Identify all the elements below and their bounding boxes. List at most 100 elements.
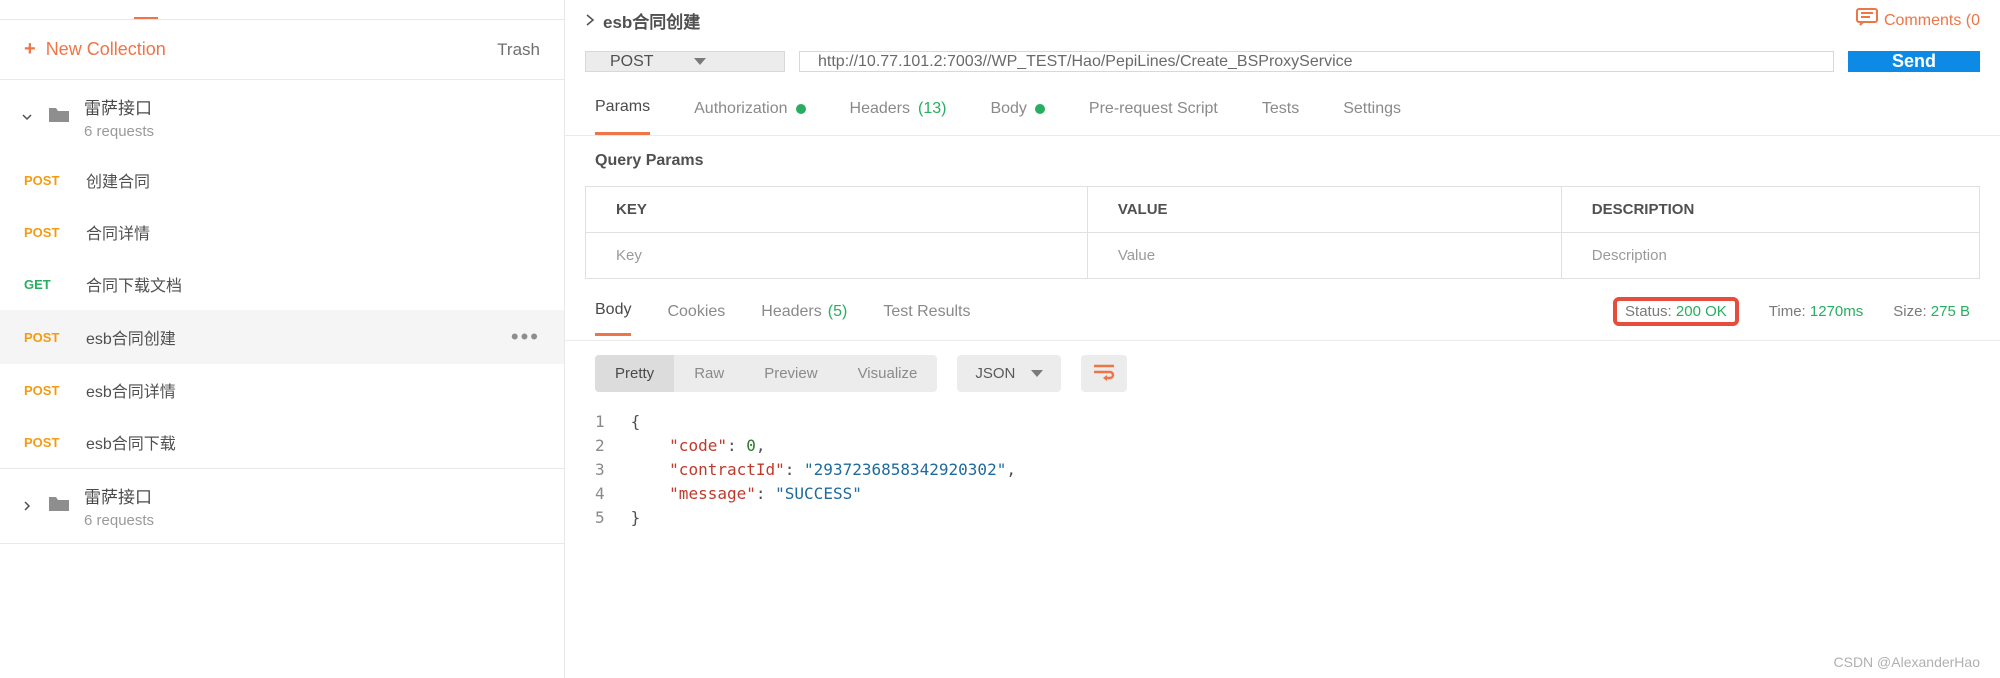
method-badge: POST	[24, 330, 68, 345]
cell-value[interactable]: Value	[1087, 233, 1561, 279]
col-header-description: DESCRIPTION	[1561, 187, 1979, 233]
tab-params[interactable]: Params	[595, 82, 650, 135]
resp-tab-body[interactable]: Body	[595, 301, 631, 336]
request-item[interactable]: POST esb合同详情	[0, 364, 564, 416]
size-meta: Size: 275 B	[1893, 303, 1970, 320]
request-item[interactable]: POST esb合同创建 •••	[0, 310, 564, 364]
resp-tab-testresults[interactable]: Test Results	[883, 303, 970, 335]
tab-tests[interactable]: Tests	[1262, 84, 1299, 134]
caret-down-icon	[694, 58, 706, 65]
collection-requests-count: 6 requests	[84, 123, 154, 140]
time-label: Time:	[1769, 303, 1806, 320]
tab-headers[interactable]: Headers (13)	[850, 84, 947, 134]
status-value: 200 OK	[1676, 303, 1727, 320]
resp-headers-label: Headers	[761, 303, 821, 321]
resp-headers-count: (5)	[828, 303, 848, 321]
request-item[interactable]: POST 合同详情	[0, 206, 564, 258]
request-item[interactable]: POST 创建合同	[0, 154, 564, 206]
dot-indicator-icon	[1035, 104, 1045, 114]
tab-body[interactable]: Body	[990, 84, 1044, 134]
code-content: { "code": 0, "contractId": "293723685834…	[631, 410, 1016, 530]
request-name: 合同下载文档	[86, 272, 182, 296]
top-tab-history[interactable]	[20, 0, 44, 19]
wrap-button[interactable]	[1081, 355, 1127, 392]
plus-icon: +	[24, 38, 36, 61]
resp-tab-cookies[interactable]: Cookies	[667, 303, 725, 335]
query-params-label: Query Params	[565, 136, 2000, 186]
status-badge: Status: 200 OK	[1613, 297, 1739, 326]
comments-button[interactable]: Comments (0	[1856, 8, 1980, 33]
url-input[interactable]: http://10.77.101.2:7003//WP_TEST/Hao/Pep…	[799, 51, 1834, 72]
tab-prerequest[interactable]: Pre-request Script	[1089, 84, 1218, 134]
method-badge: POST	[24, 435, 68, 450]
tab-headers-label: Headers	[850, 100, 910, 118]
caret-down-icon	[1031, 370, 1043, 377]
tab-settings[interactable]: Settings	[1343, 84, 1401, 134]
headers-count: (13)	[918, 100, 946, 118]
new-collection-label: New Collection	[46, 39, 166, 60]
method-badge: POST	[24, 383, 68, 398]
language-select-value: JSON	[975, 365, 1015, 382]
top-tab-apis[interactable]	[248, 0, 272, 19]
request-tab-title[interactable]: esb合同创建	[585, 8, 700, 33]
col-header-key: KEY	[586, 187, 1088, 233]
collection-name: 雷萨接口	[84, 483, 154, 508]
cell-key[interactable]: Key	[586, 233, 1088, 279]
collection-requests-count: 6 requests	[84, 512, 154, 529]
raw-button[interactable]: Raw	[674, 355, 744, 392]
request-item[interactable]: GET 合同下载文档	[0, 258, 564, 310]
collection-header[interactable]: 雷萨接口 6 requests	[0, 80, 564, 154]
sidebar: + New Collection Trash 雷萨接口 6 requests	[0, 0, 565, 678]
query-params-table: KEY VALUE DESCRIPTION Key Value Descript…	[585, 186, 1980, 279]
more-icon[interactable]: •••	[511, 324, 540, 350]
watermark: CSDN @AlexanderHao	[1834, 654, 1981, 670]
method-badge: POST	[24, 173, 68, 188]
preview-button[interactable]: Preview	[744, 355, 837, 392]
line-gutter: 1 2 3 4 5	[595, 410, 631, 530]
request-name: esb合同详情	[86, 378, 176, 402]
tab-body-label: Body	[990, 100, 1026, 118]
chevron-right-icon	[20, 499, 34, 513]
chevron-down-icon	[20, 110, 34, 124]
folder-icon	[48, 494, 70, 518]
resp-tab-headers[interactable]: Headers (5)	[761, 303, 847, 335]
top-tab-collections[interactable]	[134, 0, 158, 19]
folder-icon	[48, 105, 70, 129]
visualize-button[interactable]: Visualize	[838, 355, 938, 392]
method-select-value: POST	[610, 53, 654, 71]
request-name: 合同详情	[86, 220, 150, 244]
method-badge: POST	[24, 225, 68, 240]
tab-authorization[interactable]: Authorization	[694, 84, 805, 134]
status-label: Status:	[1625, 303, 1672, 320]
size-label: Size:	[1893, 303, 1926, 320]
comment-icon	[1856, 8, 1878, 33]
dot-indicator-icon	[796, 104, 806, 114]
url-value: http://10.77.101.2:7003//WP_TEST/Hao/Pep…	[818, 53, 1353, 71]
collection-name: 雷萨接口	[84, 94, 154, 119]
col-header-value: VALUE	[1087, 187, 1561, 233]
comments-label: Comments (0	[1884, 12, 1980, 30]
tab-authorization-label: Authorization	[694, 100, 787, 118]
collection-header[interactable]: 雷萨接口 6 requests	[0, 469, 564, 543]
tab-title-text: esb合同创建	[603, 8, 700, 33]
size-value: 275 B	[1931, 303, 1970, 320]
new-collection-button[interactable]: + New Collection	[24, 38, 166, 61]
cell-description[interactable]: Description	[1561, 233, 1979, 279]
main-panel: esb合同创建 Comments (0 POST http://10.77.10…	[565, 0, 2000, 678]
pretty-button[interactable]: Pretty	[595, 355, 674, 392]
method-select[interactable]: POST	[585, 51, 785, 72]
request-item[interactable]: POST esb合同下载	[0, 416, 564, 468]
sidebar-top-tabs	[0, 0, 564, 20]
table-row[interactable]: Key Value Description	[586, 233, 1980, 279]
request-name: esb合同下载	[86, 430, 176, 454]
chevron-right-icon	[585, 11, 595, 31]
send-button[interactable]: Send	[1848, 51, 1980, 72]
time-value: 1270ms	[1810, 303, 1863, 320]
trash-link[interactable]: Trash	[497, 40, 540, 60]
body-view-group: Pretty Raw Preview Visualize	[595, 355, 937, 392]
request-name: esb合同创建	[86, 325, 176, 349]
time-meta: Time: 1270ms	[1769, 303, 1864, 320]
response-body-code[interactable]: 1 2 3 4 5 { "code": 0, "contractId": "29…	[565, 406, 2000, 534]
language-select[interactable]: JSON	[957, 355, 1061, 392]
method-badge: GET	[24, 277, 68, 292]
